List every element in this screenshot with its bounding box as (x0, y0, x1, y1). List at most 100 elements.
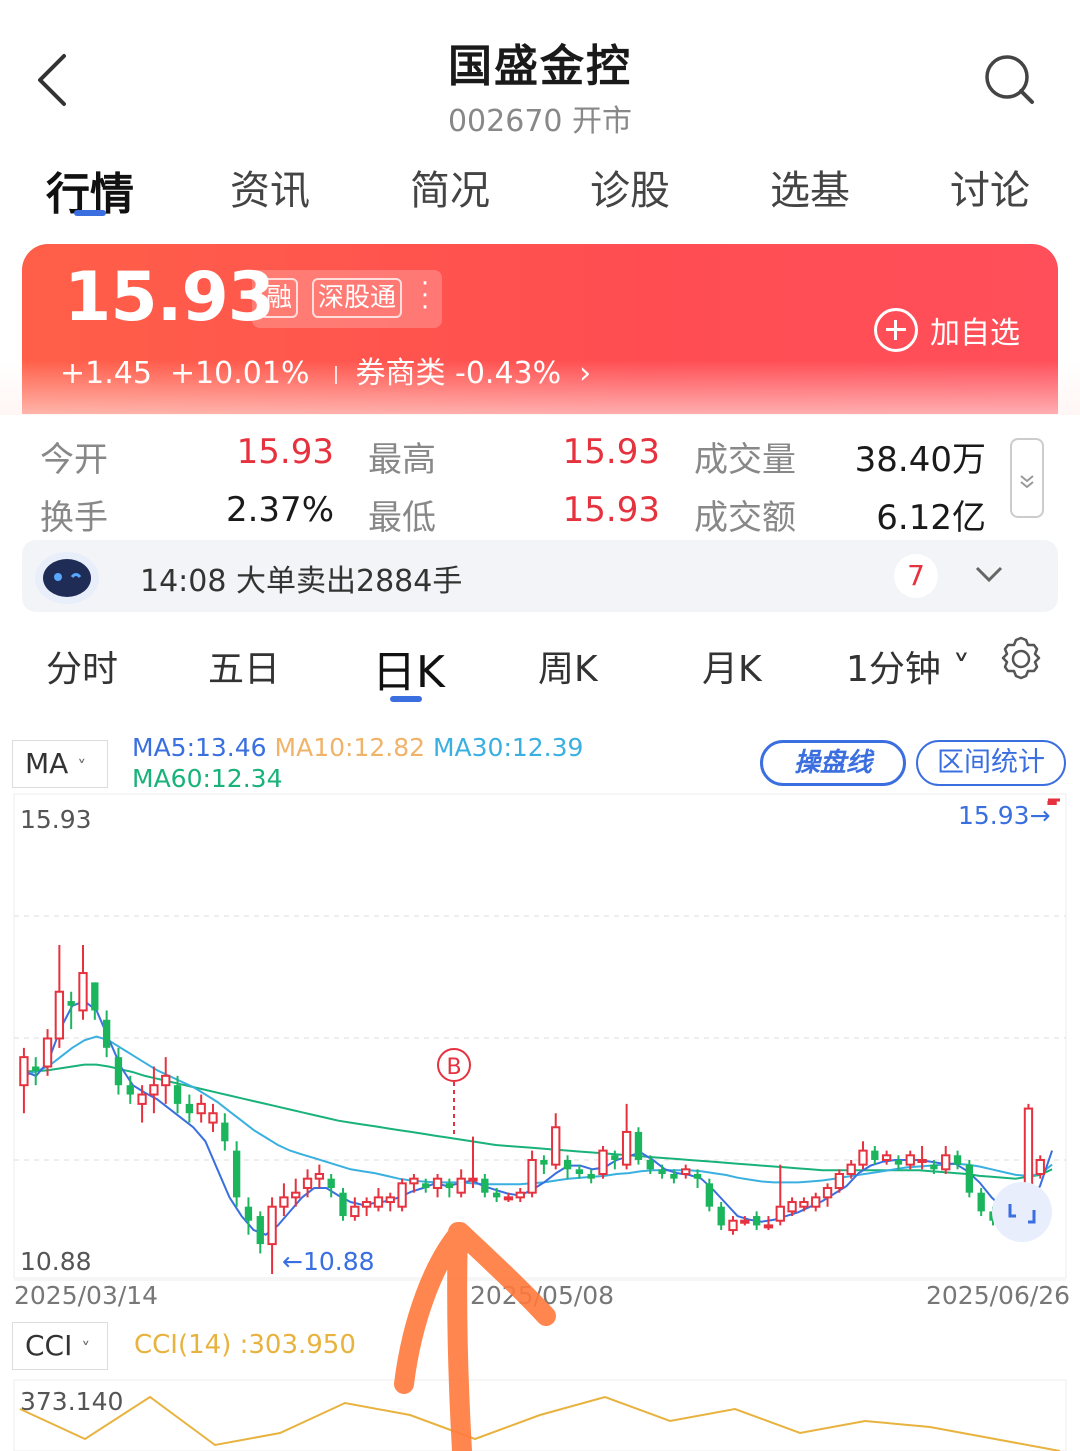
stock-name: 国盛金控 (448, 41, 632, 92)
big-order-alert[interactable]: 14:08 大单卖出2884手 7 (22, 540, 1058, 612)
cci-line (19, 1395, 1061, 1451)
candle (527, 1150, 537, 1198)
ma5-line (23, 999, 1054, 1236)
main-tabs: 行情 资讯 简况 诊股 选基 讨论 (0, 150, 1080, 230)
cci-select[interactable]: CCI ˅ (12, 1322, 108, 1370)
gear-icon[interactable] (996, 634, 1046, 684)
interval-stats-button[interactable]: 区间统计 (916, 740, 1066, 786)
candle (563, 1155, 572, 1179)
period-minute-select[interactable]: 1分钟 ˅ (846, 640, 970, 692)
robot-avatar-icon (35, 552, 99, 604)
candle (267, 1197, 277, 1274)
candle (196, 1094, 206, 1123)
candle (397, 1178, 407, 1212)
price-panel: 15.93 融 深股通 · · · +1.45 +10.01% 券商类 -0.43% › … (22, 244, 1058, 414)
alert-count-badge: 7 (894, 554, 938, 598)
candlestick-chart[interactable]: 15.93 10.88 15.93→ ←10.88 2025/03/14 202… (0, 790, 1080, 1310)
chevron-right-icon: › (579, 356, 592, 391)
candle (302, 1169, 313, 1198)
candle (634, 1127, 643, 1165)
chevron-down-icon[interactable] (974, 562, 1004, 586)
candle (894, 1155, 903, 1170)
candle (811, 1192, 821, 1212)
period-weekly[interactable]: 周K (538, 640, 598, 692)
candle (221, 1113, 229, 1151)
chevron-down-icon: ˅ (77, 757, 87, 778)
candle (256, 1211, 264, 1254)
candle (941, 1145, 951, 1174)
expand-stats-button[interactable] (1010, 438, 1044, 518)
tab-active-indicator (74, 210, 106, 216)
cci-value: CCI(14) :303.950 (134, 1330, 356, 1360)
period-monthly[interactable]: 月K (702, 640, 762, 692)
candle (965, 1159, 974, 1198)
top-bar: 国盛金控 002670 开市 (0, 0, 1080, 150)
candle (432, 1173, 443, 1198)
period-tabs: 分时 五日 日K 周K 月K 1分钟 ˅ (0, 620, 1080, 710)
divider (335, 365, 338, 384)
tab-diagnose[interactable]: 诊股 (590, 158, 670, 216)
ma60-value: MA60:12.34 (132, 764, 283, 793)
y-max-label: 15.93 (20, 805, 92, 834)
current-price: 15.93 (64, 258, 275, 337)
candle (137, 1085, 147, 1123)
candle (373, 1188, 384, 1212)
candle (102, 1010, 111, 1058)
candle (54, 945, 65, 1048)
tab-funds[interactable]: 选基 (770, 158, 850, 216)
amount-value: 6.12亿 (876, 498, 986, 538)
fullscreen-button[interactable] (992, 1182, 1052, 1242)
tab-news[interactable]: 资讯 (230, 158, 310, 216)
alert-text: 14:08 大单卖出2884手 (140, 564, 463, 599)
candle (314, 1164, 325, 1189)
open-value: 15.93 (236, 432, 334, 472)
add-watchlist-button[interactable]: 加自选 (874, 308, 1020, 352)
candle (551, 1113, 561, 1170)
candle (977, 1188, 985, 1217)
double-chevron-down-icon (1020, 475, 1034, 489)
x-label-mid: 2025/05/08 (470, 1281, 614, 1310)
plus-circle-icon (874, 308, 918, 352)
candle (763, 1216, 774, 1231)
cci-select-label: CCI (25, 1329, 73, 1362)
candle (161, 1057, 171, 1104)
candle (693, 1169, 702, 1189)
period-five-day[interactable]: 五日 (208, 640, 280, 692)
ma5-value: MA5:13.46 (132, 733, 267, 762)
indicator-select[interactable]: MA ˅ (12, 740, 108, 788)
add-watchlist-label: 加自选 (930, 316, 1020, 351)
badge-group[interactable]: 融 深股通 · · · (252, 270, 442, 328)
candle (717, 1202, 725, 1231)
candle (185, 1094, 194, 1123)
turnover-value: 2.37% (225, 490, 334, 530)
ma10-value: MA10:12.82 (274, 733, 426, 762)
candle (232, 1141, 241, 1207)
tab-discuss[interactable]: 讨论 (950, 158, 1030, 216)
connect-badge: 深股通 (312, 278, 403, 318)
amount-label: 成交额 (694, 498, 796, 538)
y-min-label: 10.88 (20, 1247, 92, 1276)
candle (752, 1211, 761, 1231)
more-icon: · · · (420, 269, 430, 323)
low-value: 15.93 (562, 490, 660, 530)
chevron-down-icon: ˅ (81, 1339, 91, 1360)
candle (32, 1057, 40, 1086)
sector-change[interactable]: 券商类 -0.43% (355, 356, 561, 391)
period-active-indicator (390, 696, 422, 702)
x-label-start: 2025/03/14 (14, 1281, 158, 1310)
margin-badge: 融 (260, 278, 299, 318)
search-icon[interactable] (982, 52, 1038, 108)
period-intraday[interactable]: 分时 (46, 640, 118, 692)
high-label: 最高 (368, 440, 436, 480)
period-daily[interactable]: 日K (372, 636, 445, 700)
tab-profile[interactable]: 简况 (410, 158, 490, 216)
candle (728, 1216, 738, 1235)
candle (149, 1066, 159, 1114)
change-amount: +1.45 (60, 356, 152, 391)
candle (78, 945, 88, 1020)
operation-line-button[interactable]: 操盘线 (760, 740, 906, 786)
buy-signal-label: B (446, 1055, 461, 1080)
ma30-value: MA30:12.39 (432, 733, 584, 762)
low-label: 最低 (368, 498, 436, 538)
candle (587, 1169, 595, 1184)
